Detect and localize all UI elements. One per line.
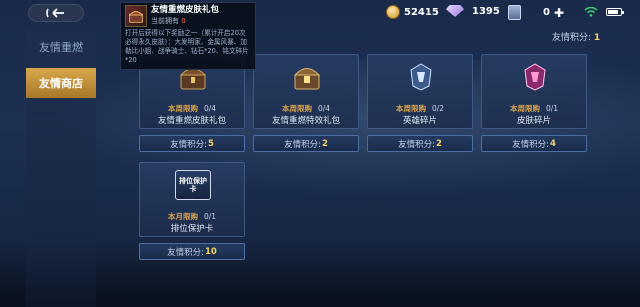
- diamond-icon: [446, 5, 464, 17]
- shop-card[interactable]: 本周限购 0/2 英雄碎片: [367, 54, 473, 129]
- purchase-limit: 本周限购 0/4: [167, 104, 217, 113]
- item-tooltip: 友情重燃皮肤礼包 当前拥有 0 打开后获得以下奖励之一（累计开启20次必得永久皮…: [120, 2, 256, 70]
- buy-button[interactable]: 友情积分: 2: [367, 135, 473, 152]
- wifi-icon: [584, 7, 598, 17]
- ticket-balance[interactable]: 0 ✚: [508, 5, 564, 20]
- coin-amount: 52415: [404, 6, 439, 18]
- item-name: 英雄碎片: [402, 116, 437, 126]
- buy-button[interactable]: 友情积分: 10: [139, 243, 245, 260]
- shop-card[interactable]: 本周限购 0/1 皮肤碎片: [481, 54, 587, 129]
- item-name: 排位保护卡: [170, 224, 214, 234]
- sidebar-item-rekindle[interactable]: 友情重燃: [26, 32, 96, 62]
- tooltip-header: 友情重燃皮肤礼包 当前拥有 0: [125, 5, 251, 27]
- coin-icon: [386, 5, 400, 19]
- back-arrow-icon: [46, 8, 64, 18]
- item-name: 皮肤碎片: [516, 116, 551, 126]
- points-value: 1: [593, 33, 601, 43]
- gem-balance: 1395: [446, 5, 500, 17]
- effect-chest-icon: [293, 68, 321, 90]
- gem-amount: 1395: [472, 5, 500, 17]
- battery-icon: [606, 8, 624, 16]
- shop-card[interactable]: 排位保护卡 本月限购 0/1 排位保护卡: [139, 162, 245, 237]
- ticket-icon: [508, 5, 521, 20]
- top-bar: 52415 1395 0 ✚: [0, 0, 640, 26]
- plus-icon[interactable]: ✚: [554, 6, 564, 20]
- gift-pack-icon: [125, 5, 147, 27]
- background-ground: [0, 237, 640, 307]
- buy-button[interactable]: 友情积分: 2: [253, 135, 359, 152]
- buy-button[interactable]: 友情积分: 5: [139, 135, 245, 152]
- shop-card[interactable]: 本周限购 0/4 友情重燃特效礼包: [253, 54, 359, 129]
- buy-button[interactable]: 友情积分: 4: [481, 135, 587, 152]
- item-name: 友情重燃特效礼包: [271, 116, 340, 126]
- back-button[interactable]: [28, 4, 84, 22]
- purchase-limit: 本月限购 0/1: [167, 212, 217, 221]
- ticket-amount: 0: [543, 7, 550, 18]
- skin-fragment-icon: [524, 63, 546, 91]
- hero-fragment-icon: [410, 63, 432, 91]
- purchase-limit: 本周限购 0/2: [395, 104, 445, 113]
- purchase-limit: 本周限购 0/1: [509, 104, 559, 113]
- battery-level: [608, 10, 618, 14]
- points-label: 友情积分:: [552, 33, 592, 43]
- owned-count: 当前拥有 0: [151, 17, 186, 25]
- item-name: 友情重燃皮肤礼包: [157, 116, 226, 126]
- tooltip-description: 打开后获得以下奖励之一（累计开启20次必得永久皮肤）：大发明家、金属风暴、加勒比…: [125, 29, 249, 64]
- tooltip-title: 友情重燃皮肤礼包: [151, 5, 220, 15]
- friendship-points: 友情积分: 1: [552, 30, 600, 43]
- sidebar: 友情重燃 友情商店: [26, 30, 96, 307]
- rank-protection-card-icon: 排位保护卡: [175, 170, 211, 200]
- sidebar-item-friendship-shop[interactable]: 友情商店: [26, 68, 96, 98]
- purchase-limit: 本周限购 0/4: [281, 104, 331, 113]
- coin-balance: 52415: [386, 5, 439, 19]
